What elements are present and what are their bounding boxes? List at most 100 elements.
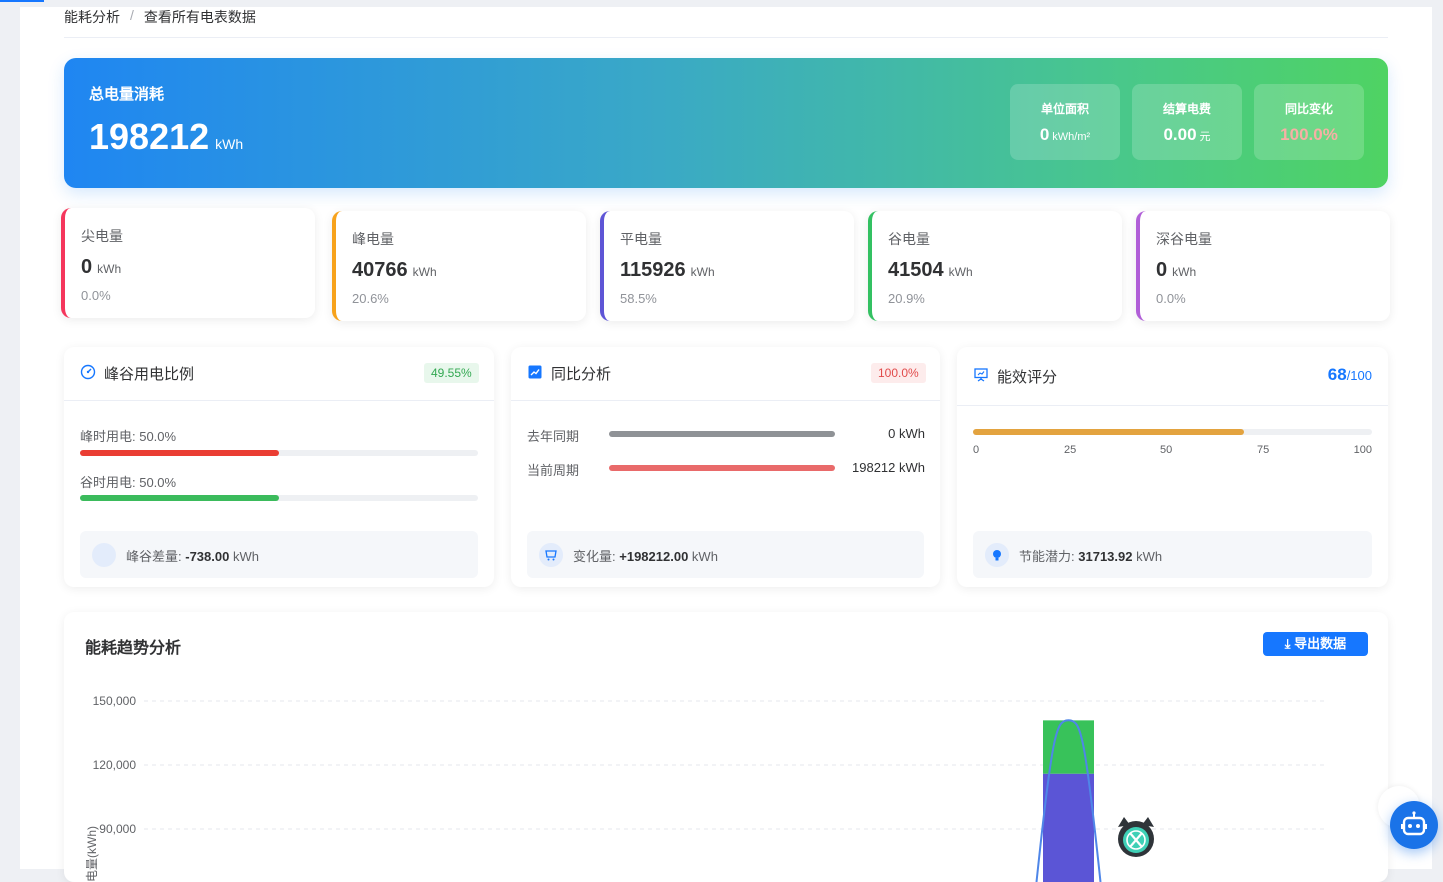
- period-label: 峰电量: [352, 231, 394, 247]
- total-consumption-banner: 总电量消耗 198212 kWh 单位面积 0 kWh/m² 结算电费 0.00 元 …: [64, 58, 1388, 188]
- period-percent: 20.9%: [888, 291, 925, 306]
- scale-tick: 25: [1064, 444, 1077, 456]
- period-value-unit: kWh: [948, 265, 973, 279]
- peak-usage-fill: [80, 450, 279, 456]
- note-label: 峰谷差量:: [126, 549, 182, 564]
- valley-usage-label: 谷时用电: 50.0%: [80, 475, 177, 490]
- panel-header: 能效评分 68/100: [957, 347, 1388, 406]
- period-percent: 20.6%: [352, 291, 389, 306]
- unit-area-stat: 单位面积 0 kWh/m²: [1010, 84, 1120, 160]
- settlement-fee-label: 结算电费: [1162, 102, 1211, 116]
- note-text: 变化量: +198212.00 kWh: [573, 546, 718, 565]
- scale-tick: 0: [973, 444, 980, 456]
- breadcrumb-separator: /: [130, 7, 134, 23]
- period-label: 尖电量: [81, 228, 123, 244]
- total-consumption-value: 198212 kWh: [89, 116, 243, 158]
- cart-icon: [539, 543, 563, 567]
- note-unit: kWh: [1136, 549, 1163, 564]
- note-unit: kWh: [232, 549, 259, 564]
- yoy-panel: 同比分析 100.0% 去年同期 0 kWh 当前周期 198212 kWh 变…: [511, 347, 940, 587]
- score-max: /100: [1346, 368, 1372, 383]
- period-value: 40766 kWh: [352, 259, 437, 282]
- export-data-button[interactable]: ⤓ 导出数据: [1263, 632, 1368, 656]
- total-value-unit: kWh: [215, 136, 244, 152]
- yoy-change-label: 同比变化: [1284, 102, 1333, 116]
- top-progress-line: [0, 0, 44, 2]
- valley-usage-bar: [80, 495, 478, 501]
- current-period-bar: [609, 465, 835, 471]
- peak-valley-diff-note: 峰谷差量: -738.00 kWh: [80, 531, 478, 578]
- breadcrumb: 能耗分析 / 查看所有电表数据: [64, 7, 1388, 38]
- settlement-fee-stat: 结算电费 0.00 元: [1132, 84, 1242, 160]
- y-tick-label: 120,000: [93, 758, 137, 772]
- bar-flat[interactable]: [1043, 773, 1094, 882]
- trend-chart[interactable]: 150,000 120,000 90,000电量(kWh): [64, 672, 1388, 882]
- period-value-unit: kWh: [412, 265, 437, 279]
- total-value-number: 198212: [89, 116, 210, 157]
- period-percent: 0.0%: [1156, 291, 1186, 306]
- breadcrumb-root[interactable]: 能耗分析: [64, 7, 120, 27]
- panel-title: 能效评分: [997, 369, 1058, 386]
- period-value-unit: kWh: [1172, 265, 1197, 279]
- period-percent: 58.5%: [620, 291, 657, 306]
- period-card-deep-valley[interactable]: 深谷电量 0 kWh 0.0%: [1136, 211, 1390, 321]
- mascot-cat-icon[interactable]: [1112, 813, 1160, 861]
- efficiency-score-fill: [973, 429, 1245, 435]
- period-value: 115926 kWh: [620, 259, 715, 282]
- period-value: 0 kWh: [1156, 259, 1196, 282]
- y-axis-label: 电量(kWh): [85, 826, 99, 882]
- efficiency-panel: 能效评分 68/100 0 25 50 75 100 节能潜力: 31713.9…: [957, 347, 1388, 587]
- score-value: 68: [1327, 365, 1347, 384]
- download-icon: ⤓: [1284, 636, 1291, 651]
- efficiency-score-bar: [973, 429, 1372, 435]
- gauge-icon: [80, 364, 96, 380]
- unit-area-value: 0 kWh/m²: [1010, 125, 1120, 145]
- peak-usage-bar: [80, 450, 478, 456]
- period-value-number: 40766: [352, 259, 408, 281]
- period-value: 0 kWh: [81, 256, 121, 279]
- scale-tick: 100: [1353, 444, 1372, 456]
- breadcrumb-current: 查看所有电表数据: [143, 9, 256, 25]
- peak-valley-panel: 峰谷用电比例 49.55% 峰时用电: 50.0% 谷时用电: 50.0% 峰谷…: [64, 347, 494, 587]
- trend-title: 能耗趋势分析: [85, 640, 182, 657]
- period-card-peak[interactable]: 峰电量 40766 kWh 20.6%: [332, 211, 586, 321]
- current-period-value: 198212 kWh: [852, 460, 925, 475]
- note-value: -738.00: [185, 549, 230, 564]
- settlement-fee-value: 0.00 元: [1132, 125, 1242, 145]
- efficiency-score: 68/100: [1328, 365, 1372, 385]
- current-period-label: 当前周期: [527, 463, 580, 478]
- yoy-change-value: 100.0%: [1280, 125, 1338, 144]
- period-value-number: 0: [81, 256, 93, 278]
- period-label: 平电量: [620, 231, 662, 247]
- trend-chart-icon: [528, 365, 542, 379]
- period-label: 深谷电量: [1156, 231, 1212, 247]
- period-label: 谷电量: [888, 231, 930, 247]
- info-icon: [92, 543, 116, 567]
- note-label: 变化量:: [573, 549, 616, 564]
- total-consumption-title: 总电量消耗: [89, 86, 165, 103]
- scale-tick: 50: [1160, 444, 1173, 456]
- energy-saving-note: 节能潜力: 31713.92 kWh: [973, 531, 1372, 578]
- scrollbar-track[interactable]: [1432, 7, 1443, 869]
- period-percent: 0.0%: [81, 288, 111, 303]
- period-card-sharp[interactable]: 尖电量 0 kWh 0.0%: [61, 208, 315, 318]
- export-label: 导出数据: [1294, 636, 1347, 651]
- note-text: 节能潜力: 31713.92 kWh: [1019, 546, 1162, 565]
- note-value: 31713.92: [1078, 549, 1133, 564]
- assistant-robot-button[interactable]: [1390, 801, 1438, 849]
- period-card-flat[interactable]: 平电量 115926 kWh 58.5%: [600, 211, 854, 321]
- last-year-bar: [609, 431, 835, 437]
- period-value-unit: kWh: [97, 262, 122, 276]
- peak-usage-label: 峰时用电: 50.0%: [80, 429, 177, 444]
- unit-area-label: 单位面积: [1040, 102, 1089, 116]
- note-label: 节能潜力:: [1019, 549, 1075, 564]
- panel-title: 同比分析: [551, 366, 612, 383]
- trend-analysis-card: 能耗趋势分析 ⤓ 导出数据 150,000 120,000 90,000 电量(kWh…: [64, 612, 1388, 882]
- period-card-valley[interactable]: 谷电量 41504 kWh 20.9%: [868, 211, 1122, 321]
- yoy-change-stat: 同比变化 100.0%: [1254, 84, 1364, 160]
- period-value-number: 115926: [620, 259, 686, 281]
- scale-tick: 75: [1257, 444, 1270, 456]
- period-value-number: 0: [1156, 259, 1168, 281]
- note-text: 峰谷差量: -738.00 kWh: [126, 546, 259, 565]
- panel-header: 峰谷用电比例 49.55%: [64, 347, 494, 401]
